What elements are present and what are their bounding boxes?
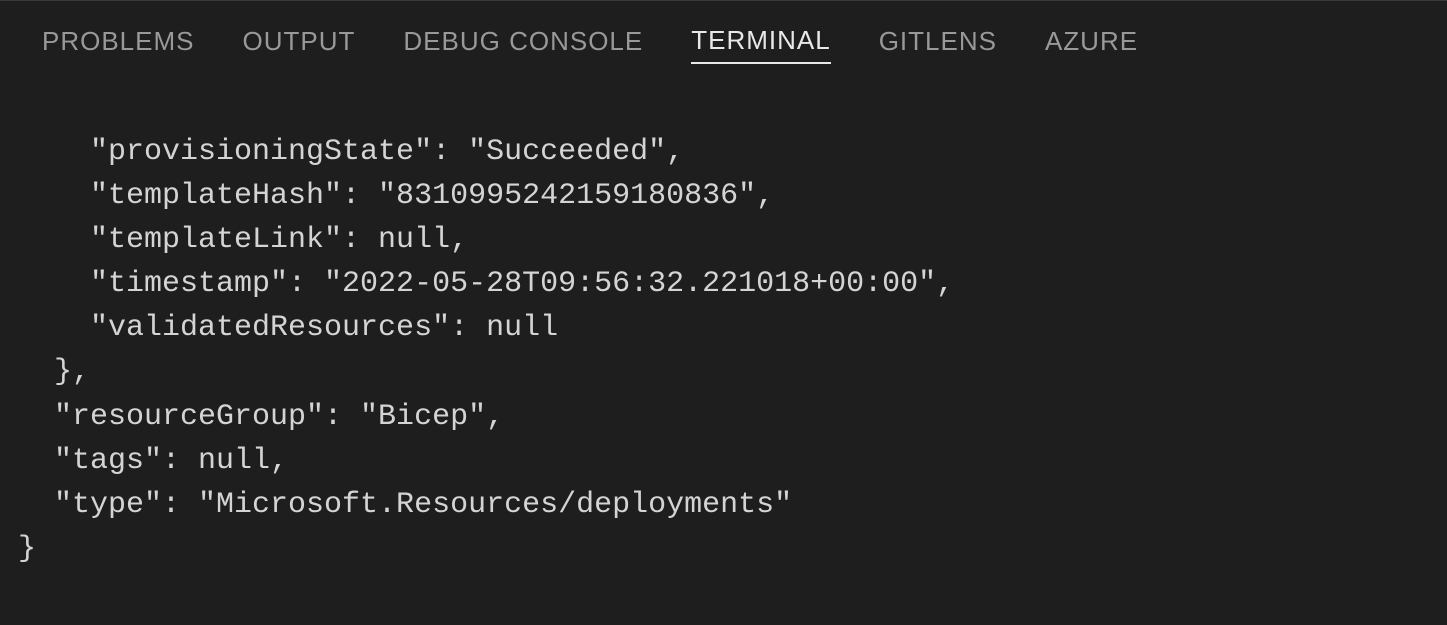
tab-azure[interactable]: AZURE bbox=[1045, 26, 1138, 63]
tab-gitlens[interactable]: GITLENS bbox=[879, 26, 997, 63]
tab-problems[interactable]: PROBLEMS bbox=[42, 26, 195, 63]
tab-output[interactable]: OUTPUT bbox=[243, 26, 356, 63]
panel-tabs: PROBLEMS OUTPUT DEBUG CONSOLE TERMINAL G… bbox=[0, 1, 1447, 82]
tab-debug-console[interactable]: DEBUG CONSOLE bbox=[403, 26, 643, 63]
terminal-output[interactable]: "provisioningState": "Succeeded", "templ… bbox=[0, 82, 1447, 571]
tab-terminal[interactable]: TERMINAL bbox=[691, 25, 830, 64]
